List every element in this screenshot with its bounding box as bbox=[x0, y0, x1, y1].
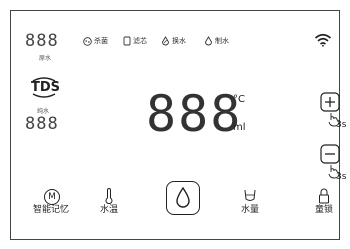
dispense-water-button[interactable] bbox=[166, 181, 200, 215]
water-drop-icon bbox=[176, 187, 190, 208]
raw-water-tds-readout: 888 bbox=[25, 31, 59, 51]
status-filter: 滤芯 bbox=[123, 36, 147, 46]
status-sterilize: 杀菌 bbox=[83, 36, 108, 46]
pure-water-tds-readout: 888 bbox=[25, 114, 59, 134]
change-water-icon bbox=[162, 36, 169, 46]
wifi-icon[interactable] bbox=[314, 33, 332, 47]
make-water-icon bbox=[205, 36, 212, 46]
control-panel: 888 原水 TDS 纯水 888 杀菌 滤芯 换水 制水 888 °C ml … bbox=[10, 10, 346, 240]
plus-hold-label: 3s bbox=[336, 120, 347, 130]
minus-hold-label: 3s bbox=[336, 172, 347, 182]
minus-icon[interactable] bbox=[320, 144, 340, 164]
smart-memory-label: 智能记忆 bbox=[32, 205, 69, 215]
tds-arc-icon bbox=[32, 77, 56, 98]
child-lock-label: 童锁 bbox=[314, 205, 333, 215]
water-volume-icon[interactable] bbox=[244, 189, 256, 203]
status-change-water: 换水 bbox=[161, 36, 186, 46]
thermometer-icon[interactable] bbox=[104, 188, 114, 204]
tds-logo: TDS bbox=[31, 77, 60, 98]
smart-memory-icon[interactable]: M bbox=[44, 189, 60, 205]
volume-unit: ml bbox=[233, 122, 246, 133]
child-lock-icon[interactable] bbox=[318, 188, 330, 204]
filter-icon bbox=[123, 36, 131, 46]
temperature-unit: °C bbox=[233, 94, 245, 105]
status-make-water: 制水 bbox=[204, 36, 229, 46]
sterilize-icon bbox=[83, 36, 92, 46]
water-volume-label: 水量 bbox=[240, 205, 259, 215]
water-temp-label: 水温 bbox=[99, 205, 118, 215]
main-readout: 888 bbox=[146, 85, 243, 143]
raw-water-label: 原水 bbox=[39, 55, 52, 62]
plus-icon[interactable] bbox=[320, 92, 340, 112]
